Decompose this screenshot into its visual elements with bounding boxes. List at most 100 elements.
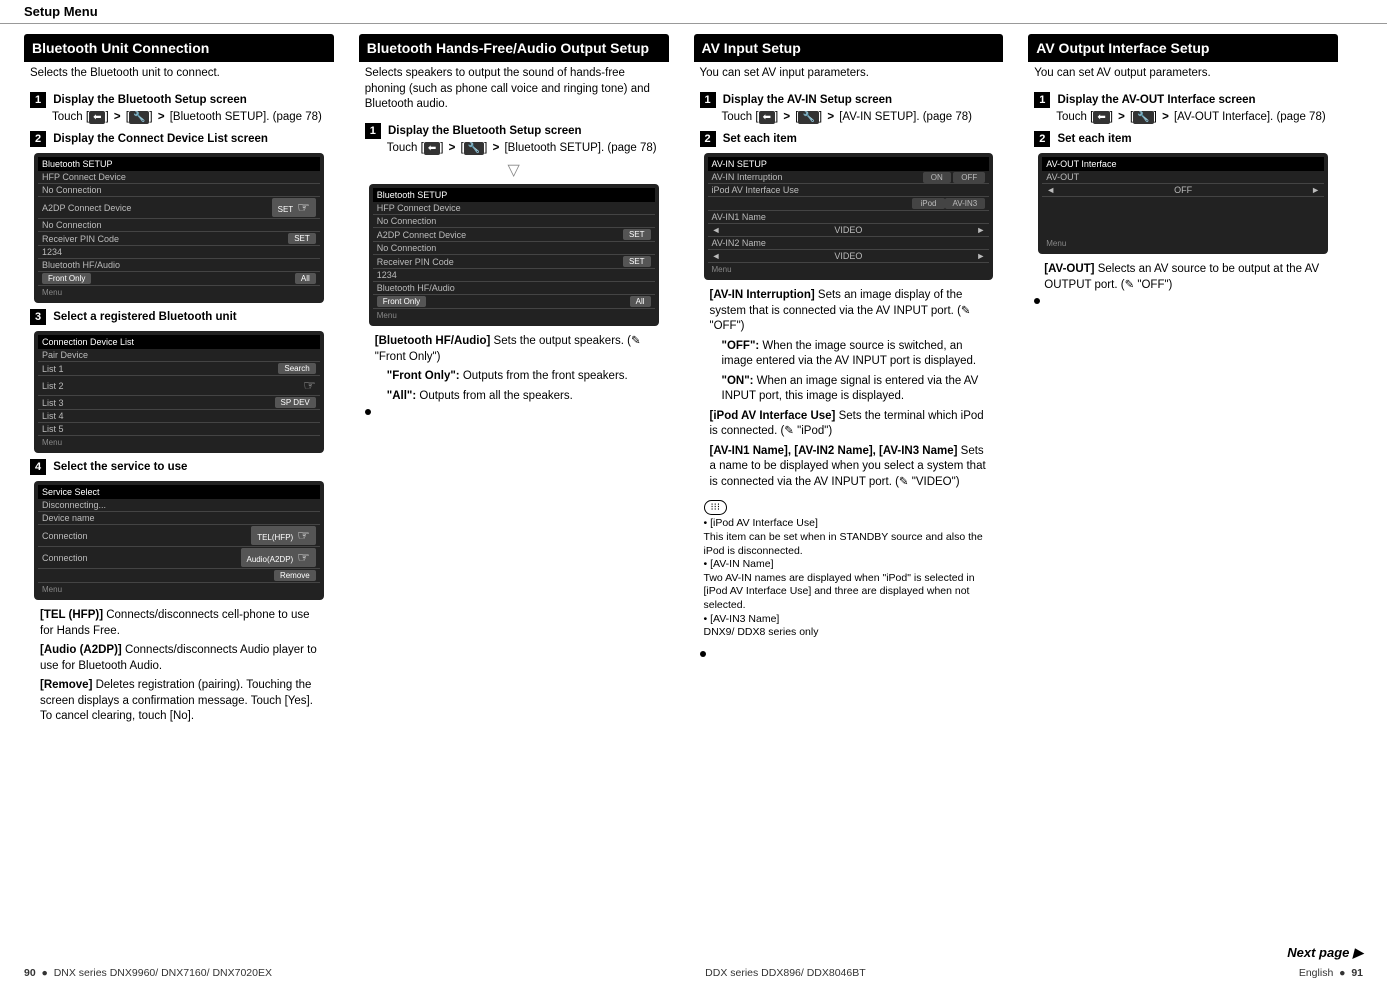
back-icon: ⬅ bbox=[89, 111, 105, 125]
next-page-link[interactable]: Next page ▶ bbox=[1287, 945, 1363, 961]
tool-icon: 🔧 bbox=[129, 111, 149, 125]
footer: 90 ● DNX series DNX9960/ DNX7160/ DNX702… bbox=[0, 967, 1387, 979]
av-out-interface-screenshot: AV-OUT Interface AV-OUT ◄OFF► Menu bbox=[1038, 153, 1328, 254]
step-title: Display the AV-OUT Interface screen bbox=[1057, 94, 1255, 106]
step-number: 1 bbox=[1034, 92, 1050, 108]
menu-label[interactable]: Menu bbox=[1042, 237, 1324, 250]
bluetooth-hf-audio-definition: [Bluetooth HF/Audio] Sets the output spe… bbox=[359, 332, 669, 367]
remove-definition: [Remove] Deletes registration (pairing).… bbox=[24, 676, 334, 727]
step-title: Select a registered Bluetooth unit bbox=[53, 311, 236, 323]
page-number-right: 91 bbox=[1351, 967, 1363, 979]
step-number: 1 bbox=[30, 92, 46, 108]
step-title: Display the Bluetooth Setup screen bbox=[388, 125, 582, 137]
back-icon: ⬅ bbox=[1093, 111, 1109, 125]
tool-icon: 🔧 bbox=[464, 142, 484, 156]
back-icon: ⬅ bbox=[424, 142, 440, 156]
screenshot-title: Bluetooth SETUP bbox=[373, 188, 655, 202]
screenshot-title: Service Select bbox=[38, 485, 320, 499]
spdev-button[interactable]: SP DEV bbox=[275, 397, 316, 408]
off-definition: "OFF": When the image source is switched… bbox=[694, 337, 1004, 372]
step-title: Set each item bbox=[1057, 133, 1131, 145]
step-2: 2 Display the Connect Device List screen bbox=[24, 131, 334, 147]
menu-label[interactable]: Menu bbox=[38, 436, 320, 449]
step-number: 2 bbox=[700, 131, 716, 147]
screenshot-title: Bluetooth SETUP bbox=[38, 157, 320, 171]
ddx-models: DDX series DDX896/ DDX8046BT bbox=[705, 967, 865, 979]
column-bluetooth-connection: Bluetooth Unit Connection Selects the Bl… bbox=[24, 24, 334, 727]
column-av-input: AV Input Setup You can set AV input para… bbox=[694, 24, 1004, 727]
step-number: 3 bbox=[30, 309, 46, 325]
step-body: Touch [⬅] > [🔧] > [AV-OUT Interface]. (p… bbox=[1034, 108, 1332, 126]
set-button[interactable]: SET bbox=[623, 229, 651, 240]
preset-icon: ✎ bbox=[1125, 279, 1135, 291]
step-2: 2 Set each item bbox=[1028, 131, 1338, 147]
step-number: 2 bbox=[1034, 131, 1050, 147]
step-body: Touch [⬅] > [🔧] > [AV-IN SETUP]. (page 7… bbox=[700, 108, 998, 126]
audio-a2dp-definition: [Audio (A2DP)] Connects/disconnects Audi… bbox=[24, 641, 334, 676]
dnx-models: DNX series DNX9960/ DNX7160/ DNX7020EX bbox=[54, 967, 272, 979]
audio-a2dp-button[interactable]: Audio(A2DP) bbox=[241, 548, 316, 567]
preset-icon: ✎ bbox=[784, 425, 794, 437]
set-button[interactable]: SET bbox=[288, 233, 316, 244]
tel-hfp-definition: [TEL (HFP)] Connects/disconnects cell-ph… bbox=[24, 606, 334, 641]
menu-label[interactable]: Menu bbox=[38, 583, 320, 596]
tel-hfp-button[interactable]: TEL(HFP) bbox=[251, 526, 316, 545]
av-out-definition: [AV-OUT] Selects an AV source to be outp… bbox=[1028, 260, 1338, 295]
page-header: Setup Menu bbox=[0, 0, 1387, 24]
step-3: 3 Select a registered Bluetooth unit bbox=[24, 309, 334, 325]
remove-button[interactable]: Remove bbox=[274, 570, 316, 581]
section-title: AV Output Interface Setup bbox=[1028, 34, 1338, 62]
screenshot-title: AV-IN SETUP bbox=[708, 157, 990, 171]
step-1: 1 Display the Bluetooth Setup screen Tou… bbox=[24, 92, 334, 126]
set-button[interactable]: SET bbox=[272, 198, 316, 217]
section-title: Bluetooth Unit Connection bbox=[24, 34, 334, 62]
screenshot-title: AV-OUT Interface bbox=[1042, 157, 1324, 171]
preset-icon: ✎ bbox=[631, 335, 641, 347]
tool-icon: 🔧 bbox=[1133, 111, 1153, 125]
back-icon: ⬅ bbox=[759, 111, 775, 125]
step-title: Select the service to use bbox=[53, 461, 187, 473]
service-select-screenshot: Service Select Disconnecting... Device n… bbox=[34, 481, 324, 600]
av-in-interruption-definition: [AV-IN Interruption] Sets an image displ… bbox=[694, 286, 1004, 337]
step-2: 2 Set each item bbox=[694, 131, 1004, 147]
step-1: 1 Display the Bluetooth Setup screen Tou… bbox=[359, 123, 669, 157]
all-definition: "All": Outputs from all the speakers. bbox=[359, 387, 669, 407]
set-button[interactable]: SET bbox=[623, 256, 651, 267]
av-in-setup-screenshot: AV-IN SETUP AV-IN InterruptionON OFF iPo… bbox=[704, 153, 994, 280]
menu-label[interactable]: Menu bbox=[38, 286, 320, 299]
avin3-button[interactable]: AV-IN3 bbox=[945, 198, 986, 209]
on-button[interactable]: ON bbox=[923, 172, 951, 183]
bullet-icon bbox=[365, 409, 371, 415]
ipod-button[interactable]: iPod bbox=[912, 198, 944, 209]
step-body: Touch [⬅] > [🔧] > [Bluetooth SETUP]. (pa… bbox=[30, 108, 328, 126]
step-number: 1 bbox=[700, 92, 716, 108]
column-bluetooth-hf-audio: Bluetooth Hands-Free/Audio Output Setup … bbox=[359, 24, 669, 727]
search-button[interactable]: Search bbox=[278, 363, 315, 374]
step-1: 1 Display the AV-IN Setup screen Touch [… bbox=[694, 92, 1004, 126]
off-button[interactable]: OFF bbox=[953, 172, 985, 183]
all-button[interactable]: All bbox=[630, 296, 651, 307]
tool-icon: 🔧 bbox=[798, 111, 818, 125]
step-number: 1 bbox=[365, 123, 381, 139]
front-only-definition: "Front Only": Outputs from the front spe… bbox=[359, 367, 669, 387]
page-number-left: 90 bbox=[24, 967, 36, 979]
bullet-icon bbox=[700, 651, 706, 657]
note-icon: ⁝⁝⁝ bbox=[704, 500, 728, 515]
intro-text: You can set AV output parameters. bbox=[1028, 62, 1338, 86]
intro-text: You can set AV input parameters. bbox=[694, 62, 1004, 86]
menu-label[interactable]: Menu bbox=[708, 263, 990, 276]
step-title: Set each item bbox=[723, 133, 797, 145]
step-body: Touch [⬅] > [🔧] > [Bluetooth SETUP]. (pa… bbox=[365, 139, 663, 157]
av-in-name-definition: [AV-IN1 Name], [AV-IN2 Name], [AV-IN3 Na… bbox=[694, 442, 1004, 493]
step-number: 4 bbox=[30, 459, 46, 475]
menu-label[interactable]: Menu bbox=[373, 309, 655, 322]
screenshot-title: Connection Device List bbox=[38, 335, 320, 349]
step-number: 2 bbox=[30, 131, 46, 147]
bluetooth-setup-screenshot: Bluetooth SETUP HFP Connect Device No Co… bbox=[369, 184, 659, 326]
all-button[interactable]: All bbox=[295, 273, 316, 284]
bluetooth-setup-screenshot: Bluetooth SETUP HFP Connect Device No Co… bbox=[34, 153, 324, 303]
step-1: 1 Display the AV-OUT Interface screen To… bbox=[1028, 92, 1338, 126]
preset-icon: ✎ bbox=[899, 476, 909, 488]
language-label: English bbox=[1299, 967, 1333, 979]
intro-text: Selects speakers to output the sound of … bbox=[359, 62, 669, 117]
